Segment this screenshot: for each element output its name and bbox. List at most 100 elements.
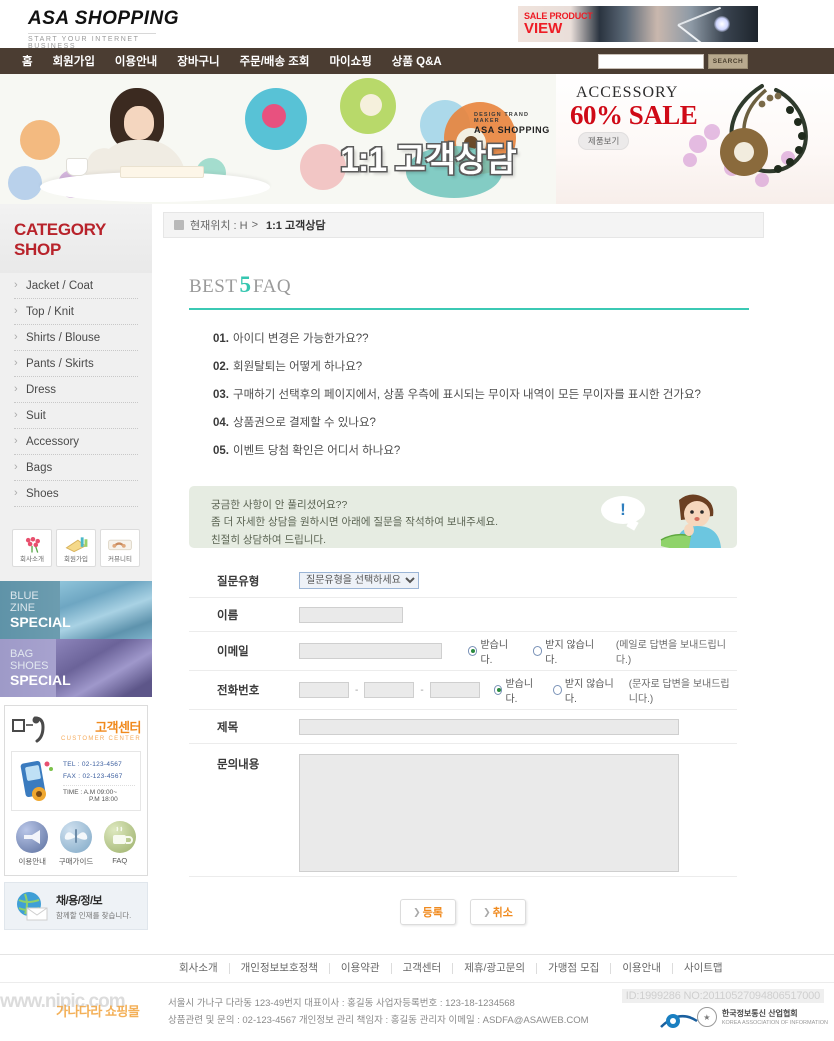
- sidebar-item-dress[interactable]: Dress: [14, 377, 138, 403]
- cancel-button[interactable]: ❯ 취소: [470, 899, 526, 925]
- nav-item-signup[interactable]: 회원가입: [43, 53, 105, 69]
- hero-banner: DESIGN TRAND MAKER ASA SHOPPING 1:1 고객상담…: [0, 74, 834, 204]
- customer-center-contact: TEL : 02-123-4567 FAX : 02-123-4567 TIME…: [11, 751, 141, 811]
- faq-item-number: 04.: [213, 417, 229, 429]
- sidebar-item-shoes[interactable]: Shoes: [14, 481, 138, 507]
- footer-link-sitemap[interactable]: 사이트맵: [673, 963, 734, 974]
- shortcut-faq[interactable]: FAQ: [103, 821, 136, 867]
- customer-center-shortcuts: 이용안내 구매가이드 FAQ: [11, 821, 141, 867]
- faq-item[interactable]: 03. 구매하기 선택후의 페이지에서, 상품 우측에 표시되는 무이자 내역이 …: [213, 380, 749, 408]
- shortcut-usage-guide-label: 이용안내: [18, 857, 47, 866]
- sidebar-item-bags[interactable]: Bags: [14, 455, 138, 481]
- faq-item[interactable]: 02. 회원탈퇴는 어떻게 하나요?: [213, 352, 749, 380]
- necklace-illustration: [683, 84, 808, 187]
- faq-item[interactable]: 04. 상품권으로 결제할 수 있나요?: [213, 408, 749, 436]
- customer-center-tel: TEL : 02-123-4567: [63, 761, 123, 769]
- phone-part1-input[interactable]: [299, 682, 349, 698]
- footer-link-customer-center[interactable]: 고객센터: [392, 963, 454, 974]
- decor-blob-blue: [8, 166, 42, 200]
- sale-banner-line2: VIEW: [524, 20, 563, 38]
- flowers-icon: [25, 536, 40, 553]
- hero-brand-tagline: DESIGN TRAND MAKER: [474, 112, 530, 124]
- nav-item-my-shopping[interactable]: 마이쇼핑: [319, 53, 381, 69]
- sale-product-banner[interactable]: SALE PRODUCT VIEW: [518, 6, 758, 42]
- search-input[interactable]: [598, 53, 704, 69]
- customer-center-fax: FAX : 02-123-4567: [63, 772, 123, 780]
- form-row-name: 이름: [189, 598, 737, 632]
- sidebar-item-shirts-blouse[interactable]: Shirts / Blouse: [14, 325, 138, 351]
- globe-mail-icon: [17, 892, 48, 921]
- quick-link-signup[interactable]: 회원가입: [56, 529, 96, 567]
- boy-reading-illustration: [660, 494, 721, 548]
- nav-item-home[interactable]: 홈: [12, 53, 43, 69]
- nav-item-guide[interactable]: 이용안내: [105, 53, 167, 69]
- phone-part2-input[interactable]: [364, 682, 415, 698]
- sidebar-item-suit[interactable]: Suit: [14, 403, 138, 429]
- question-type-select[interactable]: 질문유형을 선택하세요: [299, 572, 419, 589]
- left-sidebar: CATEGORY SHOP Jacket / Coat Top / Knit S…: [0, 204, 152, 930]
- shortcut-usage-guide[interactable]: 이용안내: [16, 821, 49, 867]
- faq-item[interactable]: 05. 이벤트 당첨 확인은 어디서 하나요?: [213, 436, 749, 464]
- sidebar-item-jacket-coat[interactable]: Jacket / Coat: [14, 273, 138, 299]
- faq-heading-before: BEST: [189, 276, 238, 297]
- control-phone: - - 받습니다. 받지 않습니다. (문자로 답변을 보내드립니다.): [299, 675, 737, 705]
- phone-part3-input[interactable]: [429, 682, 480, 698]
- site-logo[interactable]: ASA SHOPPING START YOUR INTERNET BUSINES…: [28, 8, 179, 50]
- label-content: 문의내용: [217, 759, 260, 771]
- phone-receive-no-radio[interactable]: 받지 않습니다.: [553, 675, 617, 705]
- nav-item-product-qna[interactable]: 상품 Q&A: [382, 53, 452, 69]
- shortcut-faq-label: FAQ: [112, 856, 128, 865]
- sidebar-item-accessory[interactable]: Accessory: [14, 429, 138, 455]
- email-receive-no-radio[interactable]: 받지 않습니다.: [532, 636, 604, 666]
- form-row-question-type: 질문유형 질문유형을 선택하세요: [189, 564, 737, 598]
- footer-link-guide[interactable]: 이용안내: [611, 963, 673, 974]
- book-pencil-icon: [65, 537, 88, 553]
- footer-link-terms[interactable]: 이용약관: [330, 963, 392, 974]
- category-header: CATEGORY SHOP: [0, 204, 152, 273]
- content-textarea[interactable]: [299, 754, 679, 872]
- email-note: (메일로 답변을 보내드립니다.): [615, 640, 726, 666]
- faq-item-text: 아이디 변경은 가능한가요??: [233, 333, 369, 345]
- email-input[interactable]: [299, 643, 443, 659]
- sidebar-item-pants-skirts[interactable]: Pants / Skirts: [14, 351, 138, 377]
- notebook-illustration: [120, 166, 204, 178]
- radio-dot-icon: [553, 685, 562, 695]
- name-input[interactable]: [299, 606, 403, 623]
- footer-navigation: 회사소개 개인정보보호정책 이용약관 고객센터 제휴/광고문의 가맹점 모집 이…: [0, 955, 834, 983]
- customer-center-subtitle: CUSTOMER CENTER: [60, 735, 141, 742]
- breadcrumb-prefix: 현재위치 : H: [190, 220, 248, 232]
- email-receive-no-label: 받지 않습니다.: [545, 640, 595, 666]
- main-navigation: 홈 회원가입 이용안내 장바구니 주문/배송 조회 마이쇼핑 상품 Q&A SE…: [0, 48, 834, 74]
- submit-button[interactable]: ❯ 등록: [400, 899, 456, 925]
- shortcut-purchase-guide[interactable]: 구매가이드: [59, 821, 93, 867]
- footer-link-franchise[interactable]: 가맹점 모집: [537, 963, 612, 974]
- footer-link-privacy[interactable]: 개인정보보호정책: [230, 963, 330, 974]
- quick-link-community[interactable]: 커뮤니티: [100, 529, 140, 567]
- search-button[interactable]: SEARCH: [708, 53, 748, 69]
- quick-link-company[interactable]: 회사소개: [12, 529, 52, 567]
- breadcrumb: 현재위치 : H > 1:1 고객상담: [163, 212, 764, 238]
- label-phone: 전화번호: [217, 685, 260, 697]
- handshake-icon: [108, 539, 132, 551]
- customer-center-divider: [63, 784, 135, 786]
- submit-button-label: 등록: [422, 907, 443, 919]
- phone-receive-yes-radio[interactable]: 받습니다.: [493, 675, 539, 705]
- site-footer: 회사소개 개인정보보호정책 이용약관 고객센터 제휴/광고문의 가맹점 모집 이…: [0, 954, 834, 1041]
- logo-text: ASA SHOPPING: [28, 8, 179, 29]
- banner-blue-zine-special[interactable]: BLUE ZINE SPECIAL: [0, 581, 152, 639]
- email-receive-yes-radio[interactable]: 받습니다.: [467, 636, 519, 666]
- recruit-banner[interactable]: 채/용/정/보 함께할 인재를 찾습니다.: [4, 882, 148, 930]
- nav-item-order-tracking[interactable]: 주문/배송 조회: [230, 53, 320, 69]
- footer-link-company[interactable]: 회사소개: [168, 963, 230, 974]
- nav-item-cart[interactable]: 장바구니: [167, 53, 229, 69]
- accessory-promo-banner[interactable]: ACCESSORY 60% SALE 제품보기: [556, 74, 834, 204]
- promo-view-button[interactable]: 제품보기: [578, 132, 630, 150]
- quick-link-community-label: 커뮤니티: [108, 556, 132, 563]
- banner-bag-shoes-special[interactable]: BAG SHOES SPECIAL: [0, 639, 152, 697]
- faq-item[interactable]: 01. 아이디 변경은 가능한가요??: [213, 324, 749, 352]
- subject-input[interactable]: [299, 718, 679, 735]
- faq-item-text: 이벤트 당첨 확인은 어디서 하나요?: [233, 445, 401, 457]
- footer-link-partnership[interactable]: 제휴/광고문의: [453, 963, 538, 974]
- sidebar-item-top-knit[interactable]: Top / Knit: [14, 299, 138, 325]
- faq-list: 01. 아이디 변경은 가능한가요?? 02. 회원탈퇴는 어떻게 하나요? 03.…: [213, 324, 749, 464]
